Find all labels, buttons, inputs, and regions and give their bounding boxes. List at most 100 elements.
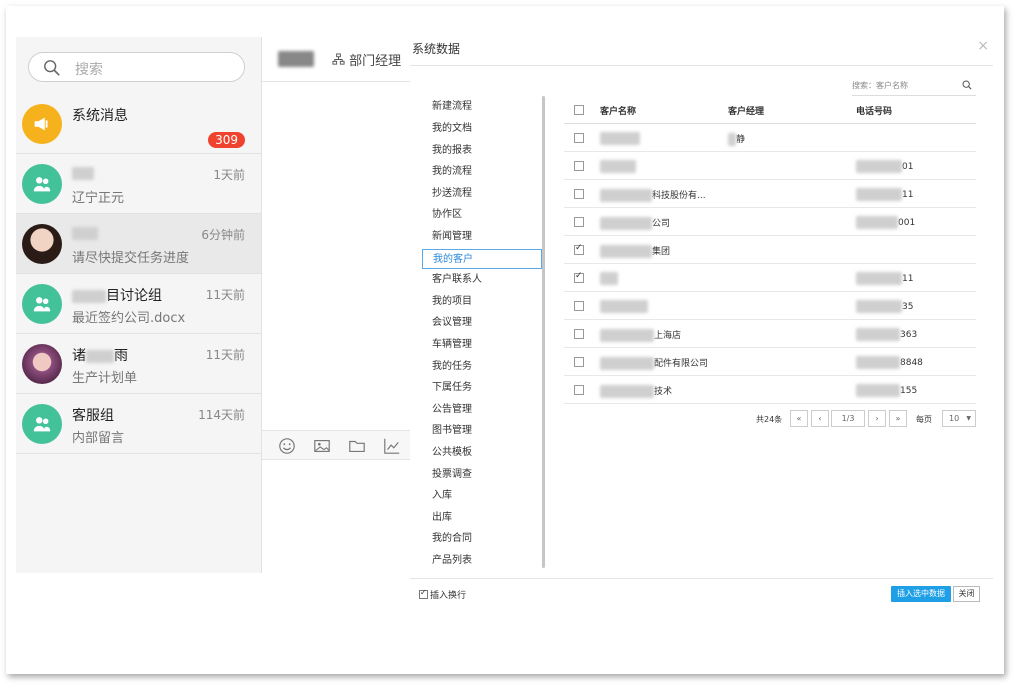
megaphone-icon <box>34 117 48 131</box>
row-checkbox[interactable] <box>574 133 584 143</box>
page-input[interactable]: 1/3 <box>831 410 865 427</box>
row-checkbox[interactable] <box>574 301 584 311</box>
chat-item-system[interactable]: 系统消息 309 <box>16 94 261 154</box>
table-row[interactable]: 上海店 363 <box>564 320 976 348</box>
chat-item-active[interactable]: 请尽快提交任务进度 6分钟前 <box>16 214 261 274</box>
chat-item[interactable]: 客服组 内部留言 114天前 <box>16 394 261 454</box>
close-button[interactable]: 关闭 <box>953 586 980 602</box>
chat-name <box>72 225 98 241</box>
customer-name: 集团 <box>600 244 670 258</box>
chat-name: 系统消息 <box>72 108 128 124</box>
insert-selected-button[interactable]: 插入选中数据 <box>891 586 951 602</box>
nav-item[interactable]: 我的报表 <box>422 141 542 161</box>
group-avatar <box>22 164 62 204</box>
search-icon[interactable] <box>962 80 972 90</box>
nav-item[interactable]: 新闻管理 <box>422 227 542 247</box>
table-row[interactable]: 公司 001 <box>564 208 976 236</box>
first-page-button[interactable]: « <box>790 410 808 427</box>
last-page-button[interactable]: » <box>889 410 907 427</box>
total-count: 共24条 <box>756 415 783 424</box>
nav-item[interactable]: 抄送流程 <box>422 184 542 204</box>
chat-window: 部门经理 <box>262 37 410 573</box>
chat-time: 114天前 <box>198 408 245 422</box>
nav-item[interactable]: 公告管理 <box>422 400 542 420</box>
table-row[interactable]: 科技股份有... 11 <box>564 180 976 208</box>
chart-icon[interactable] <box>383 437 401 455</box>
customer-name: 科技股份有... <box>600 188 706 202</box>
per-page-label: 每页 <box>916 415 932 424</box>
contact-role: 部门经理 <box>332 50 401 69</box>
prev-page-button[interactable]: ‹ <box>811 410 829 427</box>
user-avatar <box>22 224 62 264</box>
nav-item[interactable]: 车辆管理 <box>422 335 542 355</box>
table-row[interactable]: 11 <box>564 264 976 292</box>
customer-phone: 35 <box>856 300 913 313</box>
table-row[interactable]: 静 <box>564 124 976 152</box>
row-checkbox[interactable] <box>574 357 584 367</box>
nav-item[interactable]: 我的项目 <box>422 292 542 312</box>
customer-name: 上海店 <box>600 328 681 342</box>
row-checkbox-checked[interactable] <box>574 243 584 255</box>
row-checkbox-checked[interactable] <box>574 271 584 283</box>
search-label: 搜索：客户名称 <box>852 81 908 90</box>
folder-icon[interactable] <box>348 437 366 455</box>
nav-item[interactable]: 我的文档 <box>422 119 542 139</box>
table-row[interactable]: 配件有限公司 8848 <box>564 348 976 376</box>
table-row[interactable]: 集团 <box>564 236 976 264</box>
chat-item[interactable]: 目讨论组 最近签约公司.docx 11天前 <box>16 274 261 334</box>
chat-item[interactable]: 诸雨 生产计划单 11天前 <box>16 334 261 394</box>
nav-item[interactable]: 我的流程 <box>422 162 542 182</box>
customer-search[interactable]: 搜索：客户名称 <box>852 76 976 96</box>
nav-item[interactable]: 会议管理 <box>422 313 542 333</box>
table-row[interactable]: 01 <box>564 152 976 180</box>
row-checkbox[interactable] <box>574 385 584 395</box>
customer-name <box>600 300 648 313</box>
nav-item[interactable]: 我的任务 <box>422 357 542 377</box>
customer-name: 技术 <box>600 384 672 398</box>
customer-phone: 001 <box>856 216 915 229</box>
column-header: 客户经理 <box>728 107 765 117</box>
emoji-icon[interactable] <box>278 437 296 455</box>
chat-toolbar <box>262 430 410 460</box>
search-box[interactable]: 搜索 <box>28 52 245 82</box>
nav-scrollbar[interactable] <box>542 96 545 568</box>
insert-newline-checkbox[interactable]: 插入换行 <box>419 588 466 601</box>
chat-list-panel: 搜索 系统消息 309 辽宁正元 1天前 请尽快提交任务进度 6分钟前 目讨论组… <box>16 37 262 573</box>
nav-item[interactable]: 出库 <box>422 508 542 528</box>
nav-item[interactable]: 客户联系人 <box>422 270 542 290</box>
row-checkbox[interactable] <box>574 217 584 227</box>
customer-manager: 静 <box>728 132 745 146</box>
nav-item-my-customers[interactable]: 我的客户 <box>422 249 542 269</box>
close-icon[interactable]: × <box>977 38 989 54</box>
nav-item[interactable]: 新建流程 <box>422 97 542 117</box>
nav-item[interactable]: 产品列表 <box>422 551 542 571</box>
row-checkbox[interactable] <box>574 161 584 171</box>
nav-item[interactable]: 图书管理 <box>422 421 542 441</box>
checkbox-checked[interactable] <box>419 588 428 599</box>
nav-item[interactable]: 投票调查 <box>422 465 542 485</box>
table-row[interactable]: 技术 155 <box>564 376 976 404</box>
image-icon[interactable] <box>313 437 331 455</box>
user-avatar <box>22 344 62 384</box>
nav-item[interactable]: 下属任务 <box>422 378 542 398</box>
row-checkbox[interactable] <box>574 189 584 199</box>
group-avatar <box>22 284 62 324</box>
customer-name <box>600 272 618 285</box>
column-header: 电话号码 <box>856 107 893 117</box>
table-row[interactable]: 35 <box>564 292 976 320</box>
category-nav: 新建流程 我的文档 我的报表 我的流程 抄送流程 协作区 新闻管理 我的客户 客… <box>422 96 546 570</box>
chat-item[interactable]: 辽宁正元 1天前 <box>16 154 261 214</box>
column-header: 客户名称 <box>600 107 637 117</box>
system-message-avatar <box>22 104 62 144</box>
nav-item[interactable]: 我的合同 <box>422 529 542 549</box>
per-page-select[interactable]: 10 ▼ <box>942 410 976 427</box>
divider <box>410 65 993 66</box>
nav-item[interactable]: 公共模板 <box>422 443 542 463</box>
nav-item[interactable]: 入库 <box>422 486 542 506</box>
customer-phone: 11 <box>856 188 913 201</box>
nav-item[interactable]: 协作区 <box>422 205 542 225</box>
next-page-button[interactable]: › <box>868 410 886 427</box>
row-checkbox[interactable] <box>574 329 584 339</box>
select-all-checkbox[interactable] <box>574 105 584 115</box>
search-placeholder: 搜索 <box>75 62 103 78</box>
